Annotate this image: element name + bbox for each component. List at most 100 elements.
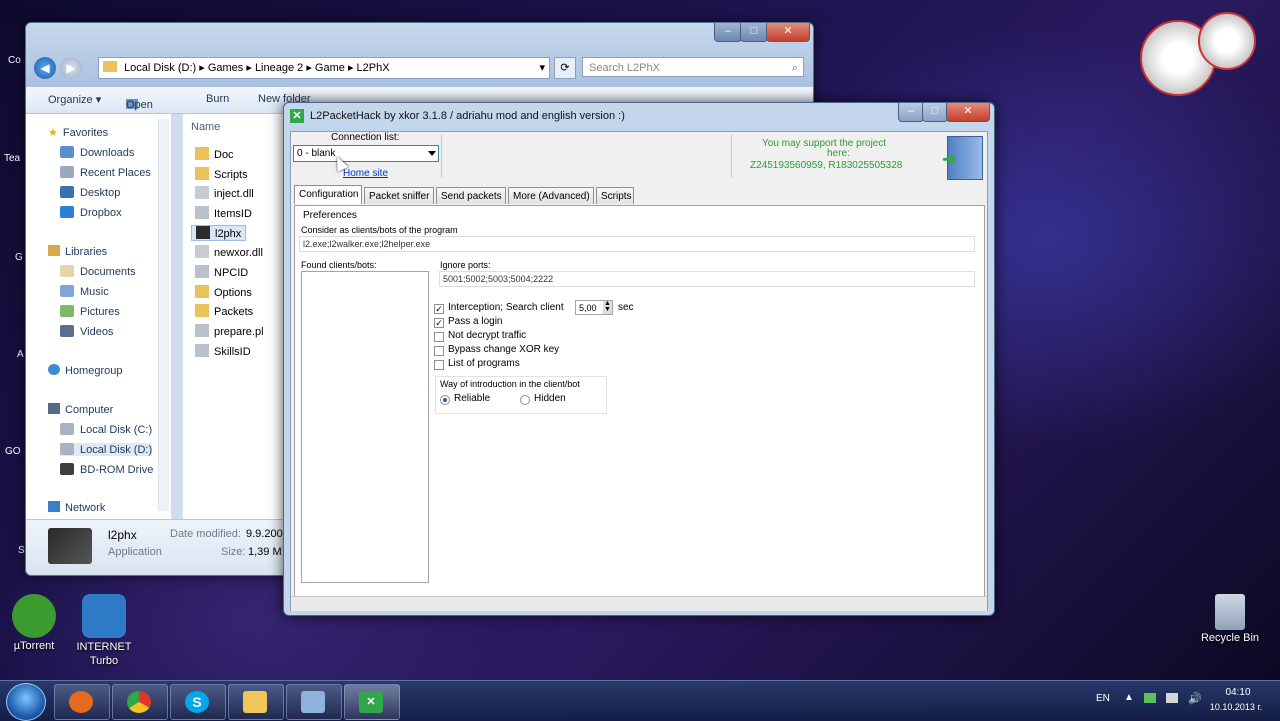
- start-button[interactable]: [6, 683, 46, 721]
- introduction-label: Way of introduction in the client/bot: [440, 379, 580, 389]
- desktop-icon-internet-turbo[interactable]: INTERNET Turbo: [72, 594, 136, 668]
- checkbox-box[interactable]: [434, 346, 444, 356]
- nav-item-dropbox[interactable]: Dropbox: [60, 206, 122, 219]
- tray-flag-icon[interactable]: [1144, 693, 1156, 703]
- checkbox-box[interactable]: ✓: [434, 304, 444, 314]
- taskbar-button-chrome[interactable]: [112, 684, 168, 720]
- tray-arrow-icon[interactable]: ▲: [1124, 692, 1134, 703]
- nav-item-recent-places[interactable]: Recent Places: [60, 166, 151, 179]
- nav-item-videos[interactable]: Videos: [60, 325, 113, 338]
- language-indicator[interactable]: EN: [1096, 693, 1110, 704]
- minimize-button[interactable]: –: [714, 23, 742, 42]
- tray-network-icon[interactable]: [1166, 693, 1178, 703]
- address-dropdown-icon[interactable]: ▾: [539, 58, 545, 78]
- tab-packet-sniffer[interactable]: Packet sniffer: [364, 187, 434, 204]
- burn-button[interactable]: Burn: [206, 93, 229, 105]
- spinner-arrows-icon[interactable]: ▲ ▼: [603, 300, 612, 314]
- list-item[interactable]: SkillsID: [195, 344, 251, 358]
- list-item[interactable]: Scripts: [195, 167, 248, 181]
- tab-send-packets[interactable]: Send packets: [436, 187, 506, 204]
- clients-field[interactable]: l2.exe;l2walker.exe;l2helper.exe: [299, 236, 975, 252]
- desktop-icon-recycle-bin[interactable]: Recycle Bin: [1198, 594, 1262, 644]
- tab-scripts[interactable]: Scripts: [596, 187, 634, 204]
- radio-hidden[interactable]: [520, 395, 530, 405]
- taskbar-button-firefox[interactable]: [54, 684, 110, 720]
- desktop-icon-label: µTorrent: [13, 640, 55, 652]
- list-item[interactable]: ItemsID: [195, 206, 252, 220]
- interval-spinner[interactable]: 5,00 ▲ ▼: [575, 300, 613, 315]
- nav-item-bd-rom[interactable]: BD-ROM Drive: [60, 463, 153, 476]
- taskbar-button-l2phx[interactable]: ✕: [344, 684, 400, 720]
- taskbar-button-explorer[interactable]: [228, 684, 284, 720]
- back-button[interactable]: ◀: [34, 57, 56, 79]
- l2-titlebar[interactable]: ✕ L2PacketHack by xkor 3.1.8 / adriahu m…: [284, 103, 994, 129]
- l2-close-button[interactable]: ✕: [946, 103, 990, 122]
- checkbox-label: List of programs: [448, 358, 520, 369]
- internet-turbo-icon: [82, 594, 126, 638]
- tab-configuration[interactable]: Configuration: [294, 185, 362, 204]
- organize-button[interactable]: Organize ▾: [48, 93, 101, 106]
- list-item[interactable]: l2phx: [191, 225, 247, 241]
- list-item[interactable]: newxor.dll: [195, 245, 263, 259]
- nav-item-local-disk-d[interactable]: Local Disk (D:): [60, 443, 153, 456]
- breadcrumb-item[interactable]: Local Disk (D:): [124, 62, 196, 74]
- l2-minimize-button[interactable]: –: [898, 103, 924, 122]
- exit-door-icon[interactable]: ➜: [942, 136, 983, 180]
- nav-item-desktop[interactable]: Desktop: [60, 186, 120, 199]
- nav-libraries[interactable]: Libraries: [48, 245, 107, 258]
- videos-icon: [60, 325, 74, 337]
- breadcrumb-item[interactable]: Lineage 2: [255, 62, 303, 74]
- search-icon[interactable]: ⌕: [792, 58, 798, 78]
- search-input[interactable]: Search L2PhX ⌕: [582, 57, 804, 77]
- file-name: prepare.pl: [214, 326, 264, 338]
- breadcrumb-item[interactable]: Game: [315, 62, 345, 74]
- tab-more-advanced[interactable]: More (Advanced): [508, 187, 594, 204]
- clock-date[interactable]: 10.10.2013 г.: [1200, 702, 1272, 712]
- home-site-link[interactable]: Home site: [343, 168, 388, 179]
- list-item[interactable]: Doc: [195, 147, 234, 161]
- checkbox-box[interactable]: [434, 332, 444, 342]
- taskbar-button-skype[interactable]: S: [170, 684, 226, 720]
- radio-reliable[interactable]: [440, 395, 450, 405]
- refresh-button[interactable]: ⟳: [554, 57, 576, 79]
- recent-places-icon: [60, 166, 74, 178]
- nav-item-music[interactable]: Music: [60, 285, 109, 298]
- breadcrumb-item[interactable]: L2PhX: [357, 62, 390, 74]
- nav-computer-label: Computer: [65, 404, 114, 416]
- column-header-name[interactable]: Name: [191, 121, 220, 133]
- checkbox-box[interactable]: ✓: [434, 318, 444, 328]
- nav-item-pictures[interactable]: Pictures: [60, 305, 120, 318]
- list-item[interactable]: inject.dll: [195, 186, 254, 200]
- forward-button[interactable]: ▶: [60, 57, 82, 79]
- nav-homegroup[interactable]: Homegroup: [48, 364, 122, 377]
- checkbox-label: Interception; Search client: [448, 302, 564, 313]
- maximize-button[interactable]: □: [740, 23, 768, 42]
- nav-item-local-disk-c[interactable]: Local Disk (C:): [60, 423, 152, 436]
- l2-maximize-button[interactable]: □: [922, 103, 948, 122]
- nav-item-documents[interactable]: Documents: [60, 265, 136, 278]
- connection-list-select[interactable]: 0 - blank: [293, 145, 439, 162]
- taskbar-button-window[interactable]: [286, 684, 342, 720]
- clock-time[interactable]: 04:10: [1214, 687, 1262, 698]
- consider-label: Consider as clients/bots of the program: [301, 225, 458, 235]
- checkbox-box[interactable]: [434, 360, 444, 370]
- address-bar[interactable]: Local Disk (D:) ▸ Games ▸ Lineage 2 ▸ Ga…: [98, 57, 550, 79]
- list-item[interactable]: Options: [195, 285, 252, 299]
- list-item[interactable]: prepare.pl: [195, 324, 264, 338]
- breadcrumb-item[interactable]: Games: [208, 62, 243, 74]
- desktop-icon-utorrent[interactable]: µTorrent: [2, 594, 66, 652]
- nav-item-downloads[interactable]: Downloads: [60, 146, 134, 159]
- ignore-ports-field[interactable]: 5001;5002;5003;5004;2222: [439, 271, 975, 287]
- close-button[interactable]: ✕: [766, 23, 810, 42]
- nav-favorites[interactable]: ★ Favorites: [48, 126, 108, 139]
- ram-gauge-gadget[interactable]: [1198, 12, 1256, 70]
- found-clients-list[interactable]: [301, 271, 429, 583]
- list-item[interactable]: NPCID: [195, 265, 248, 279]
- nav-computer[interactable]: Computer: [48, 403, 113, 416]
- nav-favorites-label: Favorites: [62, 127, 109, 139]
- drive-icon: [60, 423, 74, 435]
- list-item[interactable]: Packets: [195, 304, 253, 318]
- nav-scrollbar[interactable]: [158, 119, 169, 511]
- breadcrumb-sep: ▸: [306, 62, 315, 74]
- nav-network[interactable]: Network: [48, 501, 105, 514]
